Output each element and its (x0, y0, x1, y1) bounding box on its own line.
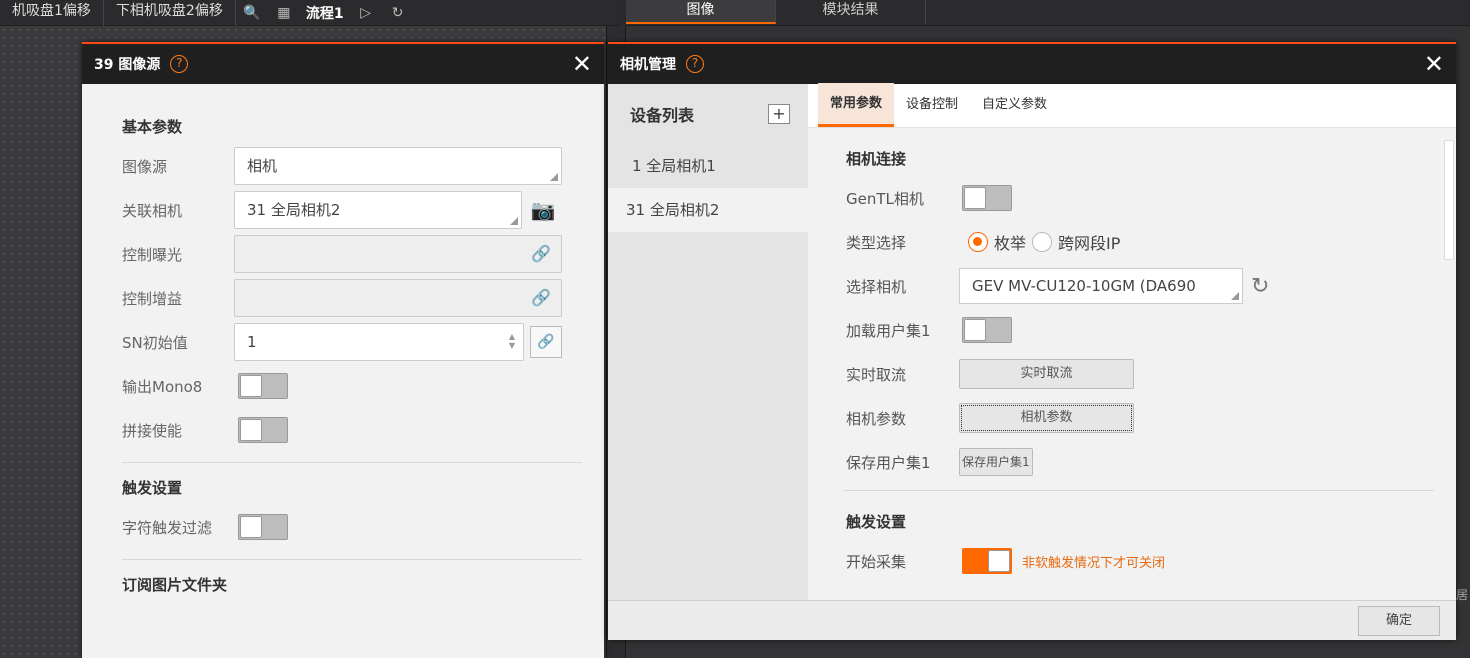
radio-enum[interactable] (968, 232, 988, 252)
section-subscribe: 订阅图片文件夹 (122, 576, 228, 594)
sn-value: 1 (247, 333, 257, 351)
device-list-title: 设备列表 (630, 106, 695, 125)
dialog-footer: 确定 (608, 600, 1456, 640)
flow-tab-1[interactable]: 机吸盘1偏移 (0, 0, 104, 26)
dropdown-corner-icon (510, 217, 518, 225)
link-settings-icon[interactable]: 🔗 (530, 326, 562, 358)
dialog-title: 39 图像源 (94, 57, 161, 73)
radio-enum-label: 枚举 (994, 234, 1027, 253)
linked-camera-select[interactable]: 31 全局相机2 (234, 191, 522, 229)
config-panel: 常用参数 设备控制 自定义参数 相机连接 GenTL相机 类型选择 枚举 跨网段… (808, 83, 1456, 600)
divider (122, 462, 582, 463)
loop-icon[interactable]: ↻ (388, 3, 408, 23)
start-acquire-toggle[interactable] (962, 548, 1012, 574)
flow-name: 流程1 (305, 5, 344, 22)
realtime-label: 实时取流 (846, 365, 907, 384)
play-icon[interactable]: ▷ (356, 3, 376, 23)
load-user-toggle[interactable] (962, 317, 1012, 343)
section-trigger: 触发设置 (846, 513, 907, 531)
close-icon[interactable]: ✕ (1424, 52, 1444, 76)
load-user-label: 加载用户集1 (846, 321, 931, 340)
select-camera-value: GEV MV-CU120-10GM (DA690 (972, 277, 1196, 295)
right-edge: 居 (1456, 40, 1470, 602)
save-user-button[interactable]: 保存用户集1 (959, 448, 1033, 476)
image-source-label: 图像源 (122, 157, 168, 176)
divider (122, 559, 582, 560)
dropdown-corner-icon (550, 173, 558, 181)
section-trigger: 触发设置 (122, 479, 183, 497)
section-basic: 基本参数 (122, 118, 183, 136)
stitch-toggle[interactable] (238, 417, 288, 443)
ok-button[interactable]: 确定 (1358, 605, 1440, 636)
type-label: 类型选择 (846, 233, 907, 252)
image-source-dialog: 39 图像源 ? ✕ 基本参数 图像源 相机 关联相机 31 全局相机2 📷 控… (82, 42, 604, 658)
help-icon[interactable]: ? (170, 55, 189, 73)
start-hint: 非软触发情况下才可关闭 (1022, 555, 1166, 571)
close-icon[interactable]: ✕ (572, 52, 592, 76)
camera-manager-dialog: 相机管理 ? ✕ 设备列表 + 1 全局相机1 31 全局相机2 常用参数 设备… (608, 42, 1456, 640)
result-tabs: 图像 模块结果 (626, 0, 1470, 26)
select-camera-dropdown[interactable]: GEV MV-CU120-10GM (DA690 (959, 268, 1243, 304)
sn-spinbox[interactable]: 1 ▲ ▼ (234, 323, 524, 361)
dialog-title: 相机管理 (620, 57, 676, 73)
divider (844, 490, 1434, 491)
stitch-label: 拼接使能 (122, 421, 183, 440)
exposure-label: 控制曝光 (122, 245, 183, 264)
image-source-select[interactable]: 相机 (234, 147, 562, 185)
linked-camera-label: 关联相机 (122, 201, 183, 220)
link-icon[interactable]: 🔗 (531, 236, 551, 272)
cam-param-label: 相机参数 (846, 409, 907, 428)
save-user-label: 保存用户集1 (846, 453, 931, 472)
linked-camera-value: 31 全局相机2 (247, 201, 341, 219)
link-icon[interactable]: 🔗 (531, 280, 551, 316)
config-tabs: 常用参数 设备控制 自定义参数 (808, 83, 1456, 128)
dropdown-corner-icon (1231, 292, 1239, 300)
scrollbar[interactable] (1444, 140, 1454, 260)
section-connection: 相机连接 (846, 150, 907, 168)
var-icon[interactable]: ▦ (274, 3, 294, 23)
dialog-header: 相机管理 ? ✕ (608, 44, 1456, 84)
gentl-toggle[interactable] (962, 185, 1012, 211)
tab-module-result[interactable]: 模块结果 (776, 0, 926, 24)
tab-custom-params[interactable]: 自定义参数 (970, 83, 1059, 127)
tab-device-control[interactable]: 设备控制 (894, 83, 970, 127)
select-camera-label: 选择相机 (846, 277, 907, 296)
flow-tab-2[interactable]: 下相机吸盘2偏移 (104, 0, 236, 26)
camera-icon[interactable]: 📷 (528, 198, 558, 222)
gentl-label: GenTL相机 (846, 189, 924, 208)
image-source-value: 相机 (247, 157, 278, 175)
tab-common-params[interactable]: 常用参数 (818, 83, 895, 127)
radio-cross-ip-label: 跨网段IP (1058, 234, 1121, 253)
device-list: 设备列表 + 1 全局相机1 31 全局相机2 (608, 84, 808, 600)
add-device-button[interactable]: + (768, 104, 790, 124)
spin-arrows-icon[interactable]: ▲ ▼ (509, 332, 515, 350)
sn-label: SN初始值 (122, 333, 188, 352)
search-icon[interactable]: 🔍 (242, 3, 262, 23)
edge-text: 居 (1456, 588, 1469, 602)
tab-image[interactable]: 图像 (626, 0, 776, 24)
mono8-label: 输出Mono8 (122, 377, 203, 396)
camera-params-button[interactable]: 相机参数 (959, 403, 1134, 433)
gain-label: 控制增益 (122, 289, 183, 308)
gain-field[interactable]: 🔗 (234, 279, 562, 317)
char-filter-toggle[interactable] (238, 514, 288, 540)
mono8-toggle[interactable] (238, 373, 288, 399)
flow-toolbar: 机吸盘1偏移 下相机吸盘2偏移 🔍 ▦ 流程1 ▷ ↻ (0, 0, 620, 26)
exposure-field[interactable]: 🔗 (234, 235, 562, 273)
refresh-icon[interactable]: ↻ (1251, 274, 1269, 299)
radio-cross-ip[interactable] (1032, 232, 1053, 252)
start-label: 开始采集 (846, 552, 907, 571)
help-icon[interactable]: ? (686, 55, 704, 73)
device-item-31[interactable]: 31 全局相机2 (608, 188, 808, 232)
realtime-button[interactable]: 实时取流 (959, 359, 1134, 389)
device-item-1[interactable]: 1 全局相机1 (608, 144, 808, 188)
char-filter-label: 字符触发过滤 (122, 518, 213, 537)
dialog-header: 39 图像源 ? ✕ (82, 44, 604, 84)
